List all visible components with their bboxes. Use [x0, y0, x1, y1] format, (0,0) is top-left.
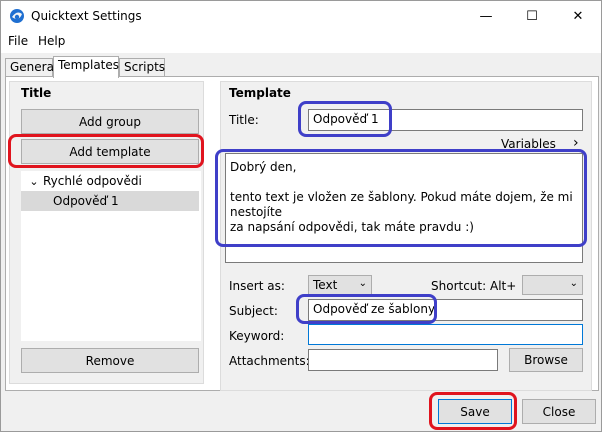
attachments-label: Attachments:	[229, 354, 310, 368]
chevron-down-icon[interactable]: ⌄	[27, 175, 41, 188]
body-line-3: za napsání odpovědi, tak máte pravdu :)	[230, 220, 474, 234]
shortcut-select[interactable]: ⌄	[522, 275, 583, 295]
minimize-button[interactable]: —	[463, 1, 509, 31]
template-body-editor[interactable]: Dobrý den, tento text je vložen ze šablo…	[225, 153, 583, 263]
quicktext-settings-window: Quicktext Settings — ☐ ✕ File Help Gener…	[0, 0, 602, 432]
body-blank-line	[230, 175, 578, 190]
close-window-button[interactable]: ✕	[555, 1, 601, 31]
subject-label: Subject:	[229, 304, 278, 318]
maximize-button[interactable]: ☐	[509, 1, 555, 31]
variables-menu[interactable]: Variables	[501, 137, 556, 151]
tree-group-label: Rychlé odpovědi	[43, 174, 142, 188]
menu-help[interactable]: Help	[38, 34, 65, 48]
window-title: Quicktext Settings	[31, 9, 142, 23]
menu-bar: File Help	[1, 31, 601, 53]
menu-file[interactable]: File	[8, 34, 28, 48]
tab-general[interactable]: General	[5, 58, 57, 77]
tab-templates[interactable]: Templates	[53, 56, 119, 78]
browse-button[interactable]: Browse	[509, 348, 583, 372]
body-line-1: Dobrý den,	[230, 160, 297, 174]
title-label: Title:	[229, 113, 259, 127]
title-input[interactable]: Odpověď 1	[308, 109, 583, 131]
subject-input[interactable]: Odpověď ze šablony	[308, 299, 583, 321]
thunderbird-app-icon	[10, 9, 24, 23]
template-tree: ⌄ Rychlé odpovědi Odpověď 1	[21, 171, 201, 341]
tree-group-row[interactable]: ⌄ Rychlé odpovědi	[21, 171, 142, 191]
tab-scripts[interactable]: Scripts	[119, 58, 165, 77]
tree-item-row[interactable]: Odpověď 1	[21, 191, 199, 211]
left-pane-title: Title	[21, 86, 52, 100]
attachments-input[interactable]	[308, 349, 498, 371]
insert-as-value: Text	[313, 278, 338, 292]
insert-as-select[interactable]: Text ⌄	[308, 275, 372, 295]
close-button[interactable]: Close	[522, 399, 596, 424]
body-line-2: tento text je vložen ze šablony. Pokud m…	[230, 190, 573, 219]
tree-item-label: Odpověď 1	[53, 194, 119, 208]
add-template-button[interactable]: Add template	[21, 139, 199, 164]
shortcut-modifier: Alt+	[490, 279, 517, 293]
chevron-right-icon[interactable]: ›	[573, 135, 579, 151]
shortcut-label: Shortcut:	[431, 279, 487, 293]
title-bar: Quicktext Settings — ☐ ✕	[1, 1, 601, 31]
add-group-button[interactable]: Add group	[21, 109, 199, 134]
insert-as-label: Insert as:	[229, 279, 285, 293]
keyword-input[interactable]	[308, 324, 583, 345]
remove-button[interactable]: Remove	[21, 348, 199, 373]
save-button[interactable]: Save	[438, 399, 512, 424]
chevron-down-icon: ⌄	[569, 278, 578, 289]
right-pane-title: Template	[229, 86, 291, 100]
keyword-label: Keyword:	[229, 329, 285, 343]
chevron-down-icon: ⌄	[358, 278, 367, 289]
